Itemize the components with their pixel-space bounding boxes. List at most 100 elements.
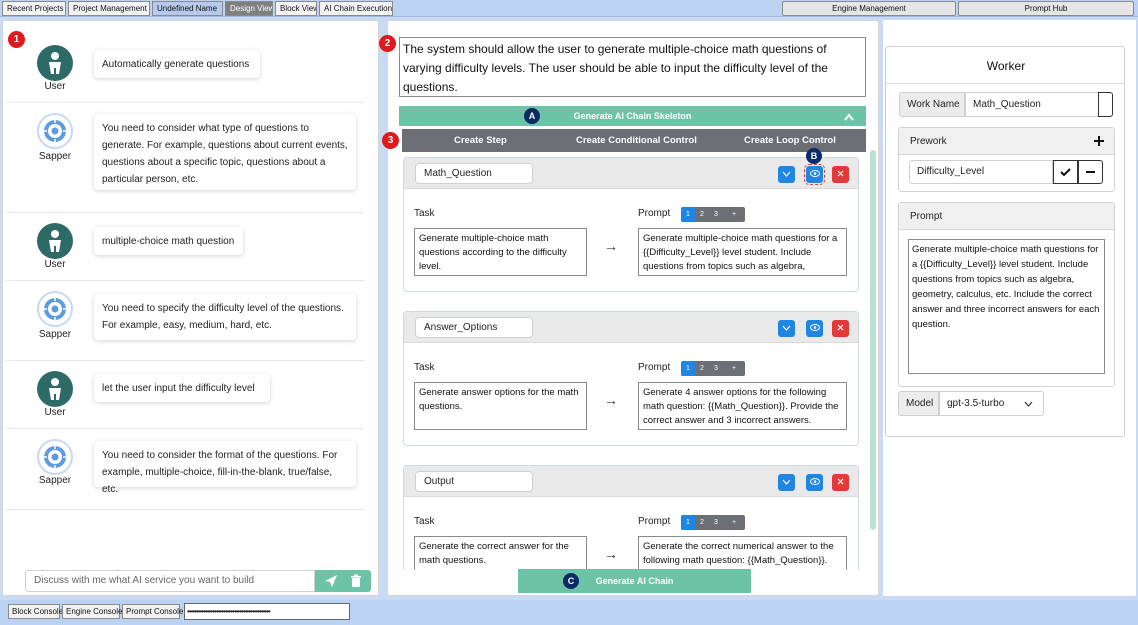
plus-icon[interactable] [1094, 136, 1104, 146]
prework-item: Difficulty_Level [909, 160, 1053, 184]
divider [6, 102, 364, 103]
chevron-up-icon[interactable] [844, 113, 854, 121]
view-button[interactable] [806, 320, 823, 337]
chevron-down-icon [782, 325, 791, 331]
divider [6, 428, 364, 429]
work-name-input[interactable]: Math_Question [965, 92, 1099, 117]
arrow-right-icon: → [604, 392, 618, 408]
prompt-page-2[interactable]: 2 [695, 207, 709, 222]
create-conditional-button[interactable]: Create Conditional Control [576, 129, 697, 152]
prompt-page-1[interactable]: 1 [681, 361, 695, 376]
delete-step-button[interactable] [832, 166, 849, 183]
chat-message: You need to consider the format of the q… [94, 441, 356, 495]
check-icon [1060, 168, 1071, 177]
bottom-console-bar: Block Console Engine Console Prompt Cons… [0, 600, 1138, 625]
arrow-right-icon: → [604, 238, 618, 254]
collapse-button[interactable] [778, 474, 795, 491]
block-view-tab[interactable]: Block View [275, 1, 317, 16]
remove-button[interactable] [1078, 160, 1103, 184]
step-name-field[interactable]: Math_Question [415, 163, 533, 184]
chat-message: multiple-choice math question [94, 227, 243, 255]
prompt-page-2[interactable]: 2 [695, 361, 709, 376]
add-prompt-button[interactable]: + [727, 515, 741, 530]
prompt-textarea[interactable]: Generate multiple-choice math questions … [638, 228, 847, 276]
view-button[interactable] [806, 474, 823, 491]
collapse-button[interactable] [778, 320, 795, 337]
top-toolbar: Recent Projects Project Management ▾ Und… [0, 0, 1138, 17]
chat-role-label: Sapper [38, 329, 72, 340]
prompt-page-3[interactable]: 3 [709, 361, 723, 376]
section-badge-2: 2 [379, 35, 396, 52]
task-textarea[interactable]: Generate the correct answer for the math… [414, 536, 587, 570]
divider [886, 83, 1124, 84]
step-name-field[interactable]: Output [415, 471, 533, 492]
task-textarea[interactable]: Generate answer options for the math que… [414, 382, 587, 430]
generate-ai-chain-button[interactable]: Generate AI Chain [518, 569, 751, 593]
prompt-section: Prompt Generate multiple-choice math que… [898, 202, 1115, 387]
prework-section: Prework Difficulty_Level [898, 127, 1115, 192]
steps-scrollbar[interactable] [870, 150, 876, 530]
eye-icon [809, 170, 820, 177]
project-name-button[interactable]: Undefined Name [152, 1, 223, 16]
prework-header: Prework [899, 128, 1114, 155]
prompt-page-3[interactable]: 3 [709, 207, 723, 222]
delete-step-button[interactable] [832, 320, 849, 337]
chat-message: let the user input the difficulty level [94, 374, 270, 402]
requirement-textarea[interactable]: The system should allow the user to gene… [399, 37, 866, 97]
delete-step-button[interactable] [832, 474, 849, 491]
collapse-button[interactable] [778, 166, 795, 183]
step-card-output: Output Task Prompt 1 2 3 + Generate the … [403, 465, 859, 570]
step-name-field[interactable]: Answer_Options [415, 317, 533, 338]
prompt-page-3[interactable]: 3 [709, 515, 723, 530]
chat-role-label: User [44, 407, 66, 418]
trash-icon[interactable] [349, 574, 363, 588]
sapper-logo-icon [42, 118, 68, 144]
recent-projects-button[interactable]: Recent Projects [2, 1, 66, 16]
prompt-label: Prompt [638, 208, 671, 219]
prompt-textarea[interactable]: Generate 4 answer options for the follow… [638, 382, 847, 430]
prompt-page-2[interactable]: 2 [695, 515, 709, 530]
work-name-action[interactable] [1098, 92, 1113, 117]
task-textarea[interactable]: Generate multiple-choice math questions … [414, 228, 587, 276]
create-loop-button[interactable]: Create Loop Control [744, 129, 836, 152]
step-card-math-question: Math_Question Task Prompt 1 2 3 + Genera… [403, 157, 859, 292]
prompt-console-tab[interactable]: Prompt Console [122, 604, 183, 619]
divider [6, 360, 364, 361]
api-key-input[interactable]: ••••••••••••••••••••••••••••••••••••••••… [184, 603, 350, 620]
model-value: gpt-3.5-turbo [947, 398, 1005, 409]
minus-icon [1086, 171, 1095, 173]
project-management-menu[interactable]: Project Management ▾ [68, 1, 150, 16]
task-label: Task [414, 516, 435, 527]
model-select[interactable]: gpt-3.5-turbo [939, 391, 1044, 416]
engine-console-tab[interactable]: Engine Console [62, 604, 122, 619]
add-prompt-button[interactable]: + [727, 361, 741, 376]
generate-skeleton-button[interactable]: Generate AI Chain Skeleton [399, 106, 866, 126]
sapper-avatar [37, 439, 73, 475]
view-button[interactable] [804, 164, 825, 185]
add-prompt-button[interactable]: + [727, 207, 741, 222]
ai-chain-execution-menu[interactable]: AI Chain Execution ▾ [319, 1, 393, 16]
design-view-tab[interactable]: Design View [225, 1, 273, 16]
block-console-tab[interactable]: Block Console [8, 604, 63, 619]
prompt-textarea[interactable]: Generate the correct numerical answer to… [638, 536, 847, 570]
sapper-logo-icon [42, 444, 68, 470]
prompt-label: Prompt [638, 362, 671, 373]
engine-management-button[interactable]: Engine Management [782, 1, 956, 16]
work-name-label: Work Name [899, 92, 965, 117]
prompt-hub-button[interactable]: Prompt Hub [958, 1, 1134, 16]
create-step-button[interactable]: Create Step [454, 129, 507, 152]
step-header: Output [404, 466, 858, 497]
chat-message: You need to consider what type of questi… [94, 114, 356, 190]
chat-role-label: Sapper [38, 475, 72, 486]
user-avatar [37, 371, 73, 407]
prompt-page-1[interactable]: 1 [681, 207, 695, 222]
prompt-page-1[interactable]: 1 [681, 515, 695, 530]
user-avatar [37, 45, 73, 81]
chat-role-label: User [44, 81, 66, 92]
chat-role-label: User [44, 259, 66, 270]
chat-input[interactable]: Discuss with me what AI service you want… [25, 570, 315, 592]
close-icon [837, 170, 844, 177]
user-icon [49, 230, 61, 252]
worker-prompt-textarea[interactable]: Generate multiple-choice math questions … [908, 239, 1105, 374]
confirm-button[interactable] [1053, 160, 1078, 184]
